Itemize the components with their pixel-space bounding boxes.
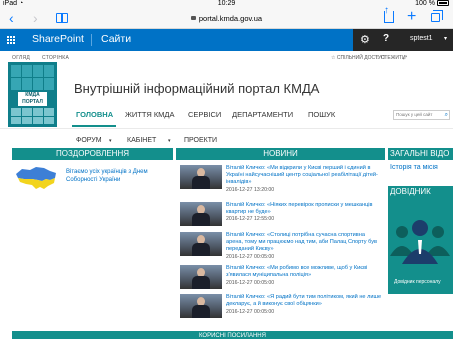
- lock-icon: [190, 16, 196, 21]
- news-header: НОВИНИ: [176, 148, 385, 160]
- news-date: 2016-12-27 12:55:00: [226, 216, 275, 222]
- directory-header: ДОВІДНИК: [390, 187, 431, 196]
- congratulations-text[interactable]: Вітаємо усіх українців з Днем Соборності…: [66, 168, 171, 184]
- gear-icon[interactable]: ⚙: [360, 33, 370, 46]
- ribbon-bar: ОГЛЯД СТОРІНКА ☆ СПІЛЬНИЙ ДОСТУП ☆ СТЕЖИ…: [0, 51, 453, 64]
- congratulations-header: ПОЗДОРОВЛЕННЯ: [12, 148, 173, 160]
- news-thumbnail[interactable]: [180, 232, 222, 256]
- browser-toolbar: ‹ › portal.kmda.gov.ua +: [0, 5, 453, 29]
- nav-item-kmda-life[interactable]: ЖИТТЯ КМДА: [125, 110, 175, 119]
- logo-pattern-bottom: [11, 108, 54, 124]
- nav-item-services[interactable]: СЕРВІСИ: [188, 110, 221, 119]
- tabs-icon[interactable]: [431, 10, 443, 22]
- logo-pattern-top: [11, 65, 54, 90]
- staff-people-icon: [390, 220, 450, 264]
- kmda-portal-logo[interactable]: КМДА ПОРТАЛ: [8, 62, 57, 127]
- news-headline[interactable]: Віталій Кличко: «Ми відкрили у Києві пер…: [226, 165, 383, 186]
- sites-link[interactable]: Сайти: [101, 33, 131, 45]
- follow-button[interactable]: ☆ СТЕЖИТИ: [375, 55, 406, 61]
- ribbon-tab-browse[interactable]: ОГЛЯД: [12, 55, 30, 61]
- focus-icon[interactable]: ⤢: [403, 55, 407, 61]
- congratulations-panel: ПОЗДОРОВЛЕННЯ Вітаємо усіх українців з Д…: [12, 148, 173, 196]
- back-arrow-icon[interactable]: ‹: [9, 10, 14, 26]
- news-headline[interactable]: Віталій Кличко: «Я радий бути тим політи…: [226, 294, 383, 308]
- directory-panel[interactable]: ДОВІДНИК Довідник персоналу: [388, 186, 453, 294]
- bookmarks-icon[interactable]: [56, 13, 68, 23]
- search-placeholder: Пошук у цей сайт: [396, 112, 433, 117]
- sharepoint-brand[interactable]: SharePoint: [32, 33, 84, 45]
- url-text: portal.kmda.gov.ua: [198, 14, 263, 23]
- battery-status: 100 %: [415, 0, 449, 7]
- news-headline[interactable]: Віталій Кличко: «Ми робимо все можливе, …: [226, 265, 383, 279]
- suite-bar: SharePoint Сайти ⚙ ? sptest1 ▾: [0, 29, 453, 51]
- chevron-down-icon[interactable]: ▾: [109, 138, 112, 144]
- active-nav-underline: [72, 125, 116, 127]
- page-title: Внутрішній інформаційний портал КМДА: [74, 81, 320, 96]
- news-date: 2016-12-27 13:20:00: [226, 187, 275, 193]
- news-item[interactable]: Віталій Кличко: «Я радий бути тим політи…: [178, 294, 383, 326]
- news-thumbnail[interactable]: [180, 294, 222, 318]
- address-bar[interactable]: portal.kmda.gov.ua: [160, 12, 293, 25]
- directory-caption: Довідник персоналу: [394, 279, 441, 285]
- logo-title: КМДА ПОРТАЛ: [18, 92, 47, 106]
- history-mission-link[interactable]: Історія та місія: [388, 164, 453, 171]
- suitebar-divider: [91, 34, 92, 46]
- news-date: 2016-12-27 00:05:00: [226, 280, 275, 286]
- ribbon-tab-page[interactable]: СТОРІНКА: [42, 55, 69, 61]
- news-thumbnail[interactable]: [180, 165, 222, 189]
- news-date: 2016-12-27 00:05:00: [226, 309, 275, 315]
- subnav-cabinet[interactable]: КАБІНЕТ: [127, 137, 156, 144]
- news-item[interactable]: Віталій Кличко: «Ніяких перевірок пропис…: [178, 202, 383, 234]
- search-input[interactable]: Пошук у цей сайт ⌕: [393, 110, 450, 120]
- news-item[interactable]: Віталій Кличко: «Ми відкрили у Києві пер…: [178, 165, 383, 197]
- nav-item-search[interactable]: ПОШУК: [308, 110, 335, 119]
- chevron-down-icon[interactable]: ▾: [444, 35, 447, 42]
- news-item[interactable]: Віталій Кличко: «Столиці потрібна сучасн…: [178, 232, 383, 264]
- search-icon[interactable]: ⌕: [445, 111, 448, 119]
- useful-links-header: КОРИСНІ ПОСИЛАННЯ: [12, 331, 453, 339]
- forward-arrow-icon[interactable]: ›: [33, 10, 38, 26]
- news-headline[interactable]: Віталій Кличко: «Ніяких перевірок пропис…: [226, 202, 383, 216]
- news-headline[interactable]: Віталій Кличко: «Столиці потрібна сучасн…: [226, 232, 383, 253]
- ukraine-map-icon: [16, 167, 56, 189]
- share-icon[interactable]: [384, 5, 394, 23]
- subnav-projects[interactable]: ПРОЕКТИ: [184, 137, 217, 144]
- nav-item-home[interactable]: ГОЛОВНА: [76, 110, 113, 119]
- news-date: 2016-12-27 00:05:00: [226, 254, 275, 260]
- battery-icon: [437, 0, 449, 7]
- general-info-header: ЗАГАЛЬНІ ВІДО: [388, 148, 453, 160]
- news-thumbnail[interactable]: [180, 202, 222, 226]
- suitebar-right: ⚙ ? sptest1 ▾: [353, 29, 453, 51]
- chevron-down-icon[interactable]: ▾: [168, 138, 171, 144]
- subnav-forum[interactable]: ФОРУМ: [76, 137, 102, 144]
- general-info-panel: ЗАГАЛЬНІ ВІДО Історія та місія: [388, 148, 453, 184]
- user-menu[interactable]: sptest1: [410, 35, 433, 42]
- news-item[interactable]: Віталій Кличко: «Ми робимо все можливе, …: [178, 265, 383, 297]
- nav-divider: [0, 128, 453, 129]
- help-icon[interactable]: ?: [383, 33, 389, 44]
- new-tab-icon[interactable]: +: [407, 8, 416, 26]
- news-thumbnail[interactable]: [180, 265, 222, 289]
- news-panel: НОВИНИ Віталій Кличко: «Ми відкрили у Ки…: [176, 148, 385, 329]
- app-launcher-icon[interactable]: [7, 36, 15, 44]
- nav-item-departments[interactable]: ДЕПАРТАМЕНТИ: [232, 110, 293, 119]
